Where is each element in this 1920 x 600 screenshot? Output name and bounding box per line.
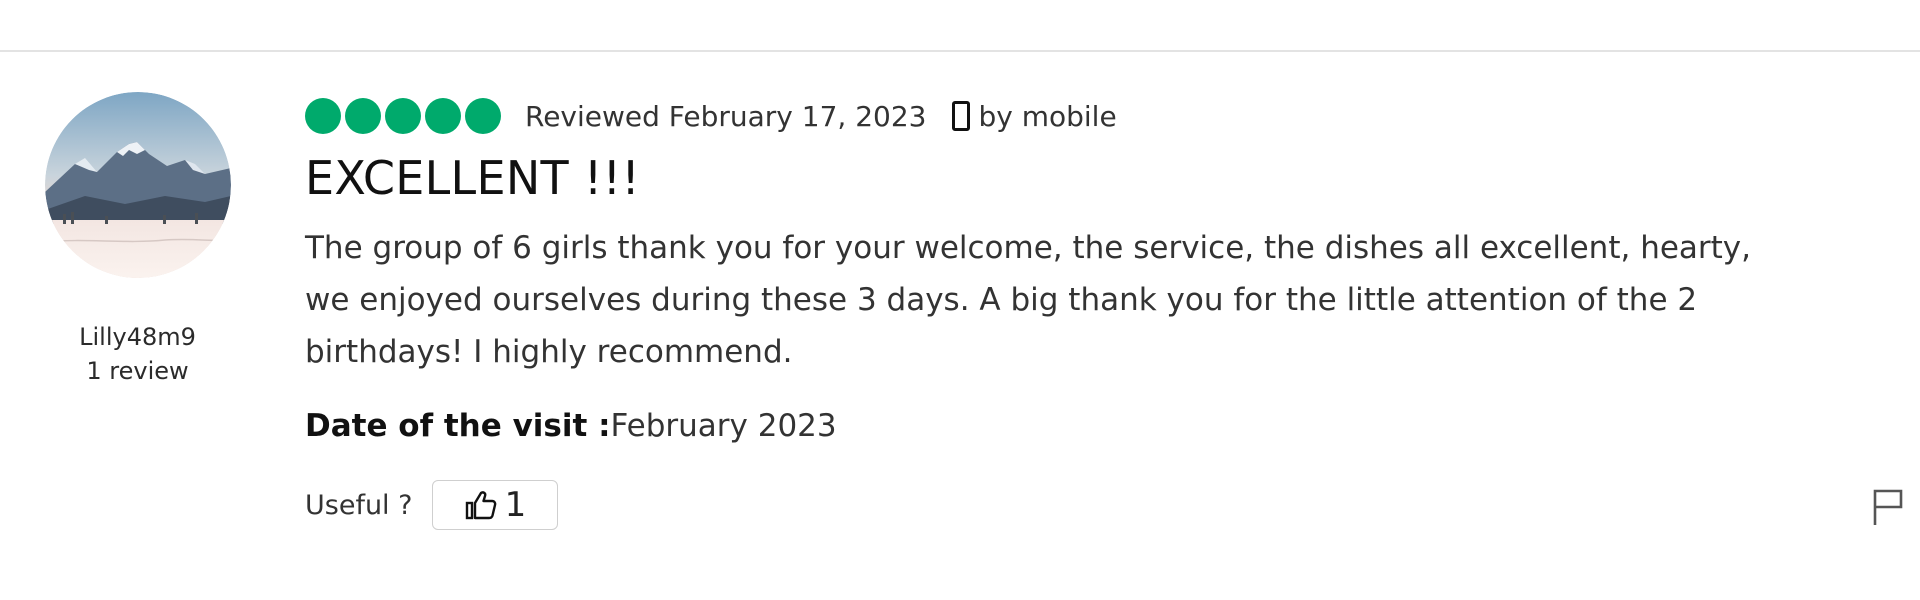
device-label: by mobile bbox=[978, 99, 1117, 133]
reviewer-info: Lilly48m9 1 review bbox=[30, 92, 245, 388]
review-page: Lilly48m9 1 review Reviewed February 17,… bbox=[0, 0, 1920, 600]
review-date: Reviewed February 17, 2023 bbox=[525, 99, 927, 133]
helpful-vote-count: 1 bbox=[504, 485, 527, 525]
rating-bubble bbox=[465, 98, 501, 134]
rating-bubble bbox=[385, 98, 421, 134]
review-meta: Reviewed February 17, 2023 by mobile bbox=[305, 96, 1805, 136]
rating-bubbles bbox=[305, 98, 501, 134]
username[interactable]: Lilly48m9 bbox=[30, 320, 245, 354]
visit-date-label: Date of the visit : bbox=[305, 408, 611, 444]
flag-icon[interactable] bbox=[1872, 487, 1904, 527]
rating-bubble bbox=[305, 98, 341, 134]
useful-label: Useful ? bbox=[305, 489, 413, 521]
mobile-phone-icon bbox=[952, 101, 971, 131]
rating-bubble bbox=[345, 98, 381, 134]
review-count: 1 review bbox=[86, 357, 189, 385]
review-title[interactable]: EXCELLENT !!! bbox=[305, 150, 1805, 206]
helpful-vote-button[interactable]: 1 bbox=[432, 480, 559, 530]
review-card: Lilly48m9 1 review Reviewed February 17,… bbox=[0, 52, 1920, 600]
review-body: The group of 6 girls thank you for your … bbox=[305, 230, 1752, 370]
avatar[interactable] bbox=[44, 92, 231, 278]
thumbs-up-icon bbox=[465, 490, 497, 520]
rating-bubble bbox=[425, 98, 461, 134]
visit-date: Date of the visit :February 2023 bbox=[305, 406, 1805, 446]
useful-row: Useful ? 1 bbox=[305, 480, 1805, 530]
mountain-landscape-avatar-image bbox=[44, 92, 231, 278]
visit-date-value: February 2023 bbox=[610, 408, 837, 444]
review-content: Reviewed February 17, 2023 by mobile EXC… bbox=[305, 96, 1805, 530]
